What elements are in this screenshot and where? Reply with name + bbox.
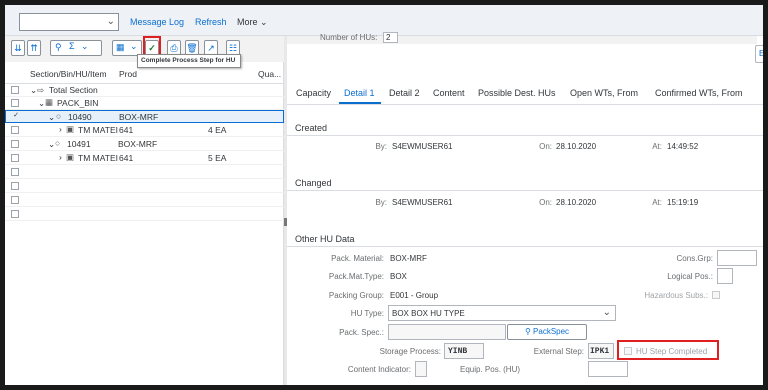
screenshot-frame	[0, 0, 768, 390]
